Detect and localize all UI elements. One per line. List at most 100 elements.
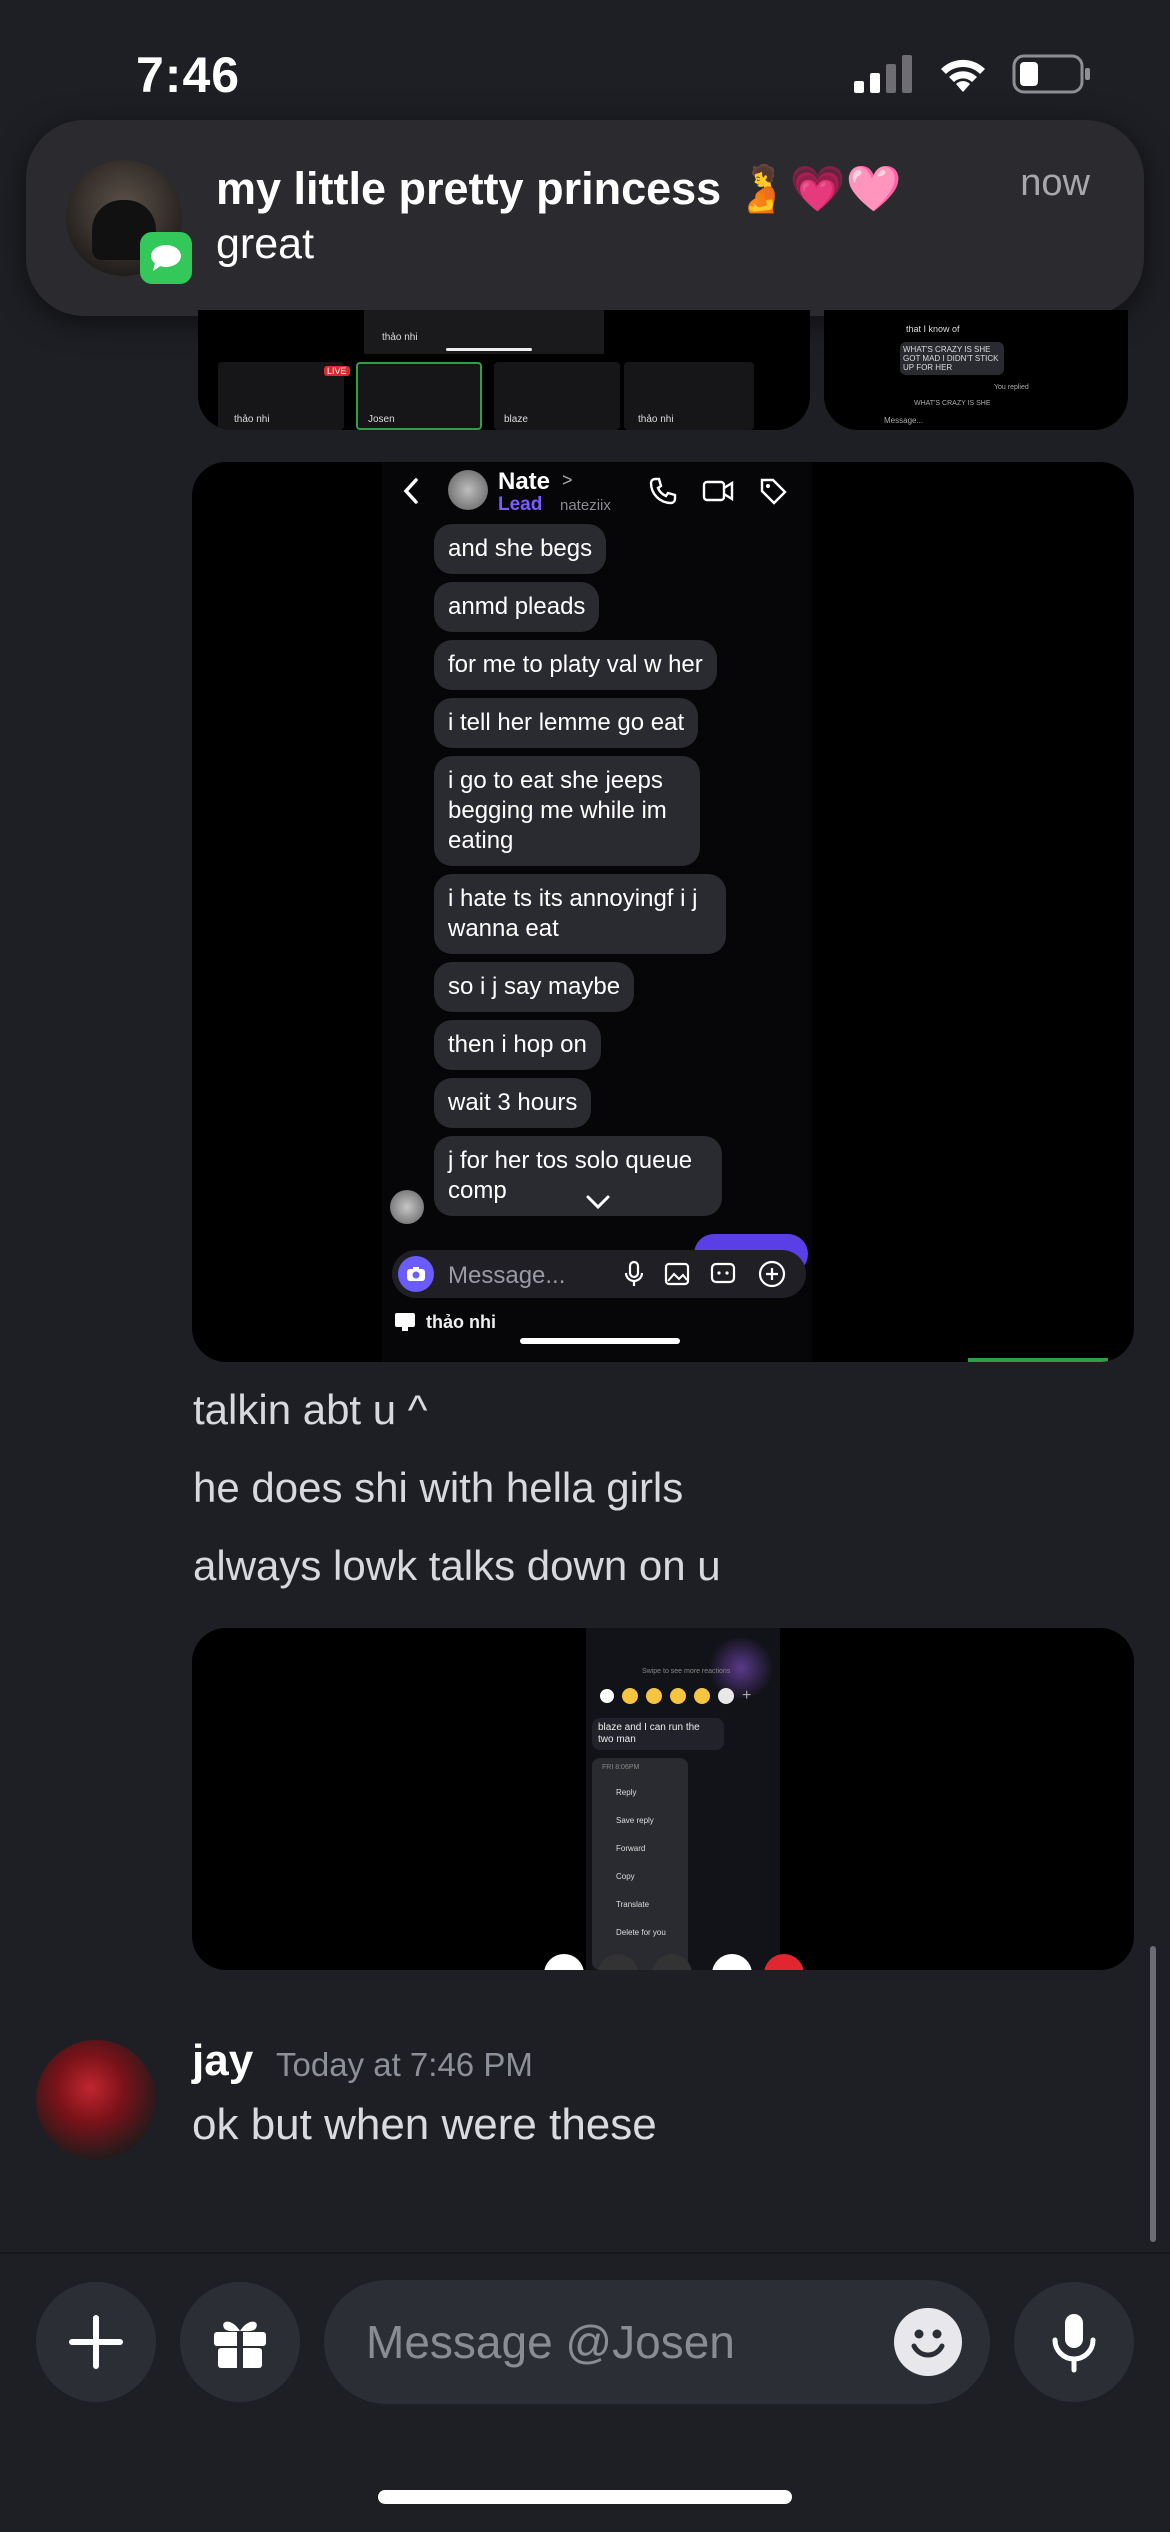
plus-icon [69, 2315, 123, 2369]
menu-item-reply: Reply [616, 1788, 637, 1797]
sticker-icon [710, 1262, 736, 1284]
phone-icon [649, 477, 677, 505]
mic-icon [624, 1260, 644, 1286]
context-menu-time: FRI 8:06PM [602, 1764, 640, 1771]
home-indicator [378, 2490, 792, 2504]
wifi-icon [941, 59, 985, 92]
dm-handle: nateziix [560, 497, 611, 514]
emoji-reaction-icon [694, 1688, 710, 1704]
camera-icon [398, 1256, 434, 1292]
microphone-icon [1052, 2314, 1096, 2373]
back-icon [403, 478, 418, 504]
chat-bubble: i hate ts its annoyingf i j wanna eat [434, 874, 726, 954]
message-author[interactable]: jay [192, 2036, 253, 2086]
tile-label: Josen [368, 414, 395, 425]
emoji-reaction-icon [622, 1688, 638, 1704]
chat-bubble: then i hop on [434, 1020, 601, 1070]
menu-item-forward: Forward [616, 1844, 646, 1853]
gallery-icon [664, 1262, 690, 1286]
menu-item-save-reply: Save reply [616, 1816, 654, 1825]
tile-label: thảo nhi [234, 414, 270, 425]
tile-label: blaze [504, 414, 528, 425]
live-badge: LIVE [324, 366, 350, 376]
screenshot-text: WHAT'S CRAZY IS SHE GOT MAD I DIDN'T STI… [900, 342, 1004, 375]
avatar[interactable] [36, 2040, 156, 2160]
message-text: talkin abt u ^ [193, 1386, 428, 1433]
reaction-row: + [600, 1684, 768, 1708]
screenshot-text: You replied [994, 384, 1029, 391]
dm-avatar [448, 470, 488, 510]
chat-bubble: and she begs [434, 524, 607, 574]
chat-bubble: anmd pleads [434, 582, 600, 632]
screenshot-text: WHAT'S CRAZY IS SHE [914, 400, 991, 407]
screenshot-text: Message... [884, 416, 924, 425]
call-controls [544, 1954, 804, 1970]
dm-home-indicator [520, 1338, 680, 1344]
screen-share-label: thảo nhi [426, 1312, 496, 1332]
chat-bubble: for me to platy val w her [434, 640, 717, 690]
add-attachment-button[interactable] [36, 2282, 156, 2402]
context-message: blaze and I can run the two man [592, 1718, 724, 1750]
screenshot-text: that I know of [906, 324, 960, 334]
image-attachment-context-menu[interactable]: Swipe to see more reactions + blaze and … [192, 1628, 1134, 1970]
chevron-down-icon [586, 1195, 610, 1210]
scrollbar[interactable] [1150, 1946, 1156, 2242]
message-text: ok but when were these [192, 2100, 657, 2149]
notification-title: my little pretty princess 🫄💗🩷 [216, 163, 902, 214]
emoji-reaction-icon [670, 1688, 686, 1704]
image-attachment-dm-screenshot[interactable]: Nate > Lead nateziix and she begs anmd p… [192, 462, 1134, 1362]
dm-header: Nate > Lead nateziix [382, 462, 812, 522]
screen-share-icon [395, 1313, 415, 1331]
notification-banner[interactable]: my little pretty princess 🫄💗🩷 great now [26, 120, 1144, 316]
emoji-button[interactable] [894, 2308, 962, 2376]
tile-green-border [968, 1358, 1108, 1362]
chat-bubble: wait 3 hours [434, 1078, 592, 1128]
gift-button[interactable] [180, 2282, 300, 2402]
plus-icon: + [742, 1687, 752, 1704]
image-attachment-top-right[interactable]: that I know of WHAT'S CRAZY IS SHE GOT M… [824, 310, 1128, 430]
cellular-signal-icon [854, 55, 912, 93]
messages-icon [140, 232, 192, 284]
sender-avatar [390, 1190, 424, 1224]
discord-dm-screen: 7:46 my little pretty princess 🫄💗🩷 great… [0, 0, 1170, 2532]
voice-message-button[interactable] [1014, 2282, 1134, 2402]
message-text: he does shi with hella girls [193, 1464, 684, 1511]
notification-body: great [216, 220, 315, 268]
call-control-icon [598, 1954, 638, 1970]
emoji-reaction-icon [646, 1688, 662, 1704]
reaction-hint: Swipe to see more reactions [642, 1668, 731, 1675]
call-control-icon [712, 1954, 752, 1970]
chat-bubble: i tell her lemme go eat [434, 698, 699, 748]
tile-label: thảo nhi [382, 332, 418, 343]
message-timestamp: Today at 7:46 PM [276, 2046, 533, 2083]
status-time: 7:46 [136, 47, 241, 103]
end-call-icon [764, 1954, 804, 1970]
message-input-container[interactable] [324, 2280, 990, 2404]
gift-icon [214, 2321, 266, 2368]
heart-reaction-icon [600, 1689, 614, 1703]
context-menu: FRI 8:06PM Reply Save reply Forward Copy… [592, 1758, 688, 1970]
message-input[interactable] [366, 2310, 866, 2374]
message-text: always lowk talks down on u [193, 1542, 721, 1589]
smiley-icon [911, 2329, 945, 2358]
video-icon [702, 480, 734, 502]
chat-bubble: i go to eat she jeeps begging me while i… [434, 756, 700, 866]
menu-item-translate: Translate [616, 1900, 650, 1909]
image-attachment-top-left[interactable]: thảo nhi LIVE thảo nhi Josen blaze thảo … [198, 310, 810, 430]
plus-circle-icon [758, 1260, 786, 1288]
menu-item-delete: Delete for you [616, 1928, 666, 1937]
dm-screenshot: Nate > Lead nateziix and she begs anmd p… [382, 462, 812, 1362]
chevron-right-icon: > [562, 470, 573, 490]
status-icons [854, 54, 1092, 94]
skull-reaction-icon [718, 1688, 734, 1704]
chat-bubble: j for her tos solo queue comp [434, 1136, 722, 1216]
dm-name: Nate [498, 468, 551, 495]
dm-composer: Message... [392, 1250, 806, 1298]
notification-time: now [1020, 162, 1090, 204]
dm-composer-placeholder: Message... [448, 1262, 566, 1289]
context-menu-screenshot: Swipe to see more reactions + blaze and … [586, 1628, 780, 1970]
battery-icon [1012, 54, 1090, 94]
dm-role: Lead [498, 494, 543, 515]
tag-icon [760, 478, 787, 505]
tile-label: thảo nhi [638, 414, 674, 425]
